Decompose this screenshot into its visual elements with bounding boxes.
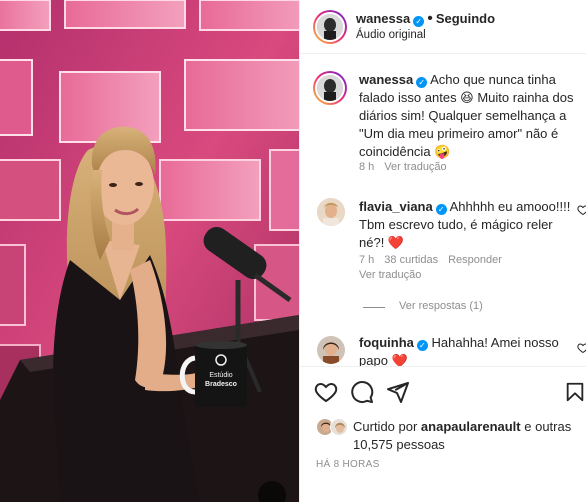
post-header: wanessa ✓ • Seguindo Áudio original bbox=[300, 0, 586, 54]
comment: flavia_viana ✓ Ahhhhh eu amooo!!!! Tbm es… bbox=[359, 198, 574, 252]
following-button[interactable]: Seguindo bbox=[436, 11, 495, 26]
verified-badge-icon: ✓ bbox=[416, 77, 428, 88]
comment: foquinha ✓ Hahahha! Amei nosso papo ❤️ bbox=[359, 334, 574, 366]
view-replies-button[interactable]: Ver respostas (1) bbox=[399, 300, 483, 312]
header-separator: • bbox=[427, 10, 433, 27]
caption: wanessa ✓ Acho que nunca tinha falado iss… bbox=[359, 71, 581, 161]
caption-translate-link[interactable]: Ver tradução bbox=[384, 161, 446, 173]
comment-reply-button[interactable]: Responder bbox=[448, 254, 502, 266]
caption-avatar[interactable] bbox=[313, 71, 347, 105]
comment-avatar[interactable] bbox=[317, 198, 345, 226]
verified-badge-icon: ✓ bbox=[435, 204, 447, 215]
liker-username[interactable]: anapaularenault bbox=[421, 419, 521, 434]
share-send-icon[interactable] bbox=[386, 380, 410, 404]
comments-list: wanessa ✓ Acho que nunca tinha falado iss… bbox=[300, 54, 586, 366]
likes-summary: Curtido por anapaularenault e outras 10,… bbox=[353, 418, 573, 454]
comment-username[interactable]: flavia_viana bbox=[359, 199, 433, 214]
caption-meta: 8 h Ver tradução bbox=[359, 161, 457, 173]
header-username[interactable]: wanessa bbox=[356, 11, 410, 26]
save-bookmark-icon[interactable] bbox=[564, 380, 586, 404]
header-avatar[interactable] bbox=[313, 10, 347, 44]
replies-divider bbox=[363, 307, 385, 308]
comment-likes[interactable]: 38 curtidas bbox=[384, 254, 438, 266]
post-details-panel: wanessa ✓ • Seguindo Áudio original wanessa… bbox=[299, 0, 586, 502]
comment-meta: 7 h 38 curtidas Responder bbox=[359, 254, 512, 266]
original-audio-link[interactable]: Áudio original bbox=[356, 29, 426, 41]
mug-text-top: Estúdio bbox=[209, 372, 232, 379]
mug-text-bottom: Bradesco bbox=[205, 381, 237, 388]
post-video[interactable]: Estúdio Bradesco bbox=[0, 0, 299, 502]
liker-avatar bbox=[330, 418, 348, 436]
video-frame: Estúdio Bradesco bbox=[0, 0, 299, 502]
caption-username[interactable]: wanessa bbox=[359, 72, 413, 87]
comment-bubble-icon[interactable] bbox=[350, 380, 374, 404]
comment-like-heart-icon[interactable] bbox=[577, 204, 586, 216]
comment-time[interactable]: 7 h bbox=[359, 254, 374, 266]
post-actions: Curtido por anapaularenault e outras 10,… bbox=[300, 366, 586, 502]
post-timestamp[interactable]: HÁ 8 HORAS bbox=[316, 459, 380, 470]
likes-prefix: Curtido por bbox=[353, 419, 421, 434]
like-heart-icon[interactable] bbox=[314, 380, 338, 404]
caption-time[interactable]: 8 h bbox=[359, 161, 374, 173]
verified-badge-icon: ✓ bbox=[413, 16, 425, 27]
comment-avatar[interactable] bbox=[317, 336, 345, 364]
likes-middle: e bbox=[520, 419, 536, 434]
comment-username[interactable]: foquinha bbox=[359, 335, 414, 350]
comment-like-heart-icon[interactable] bbox=[577, 342, 586, 354]
verified-badge-icon: ✓ bbox=[416, 340, 428, 351]
comment-translate-link[interactable]: Ver tradução bbox=[359, 269, 421, 281]
